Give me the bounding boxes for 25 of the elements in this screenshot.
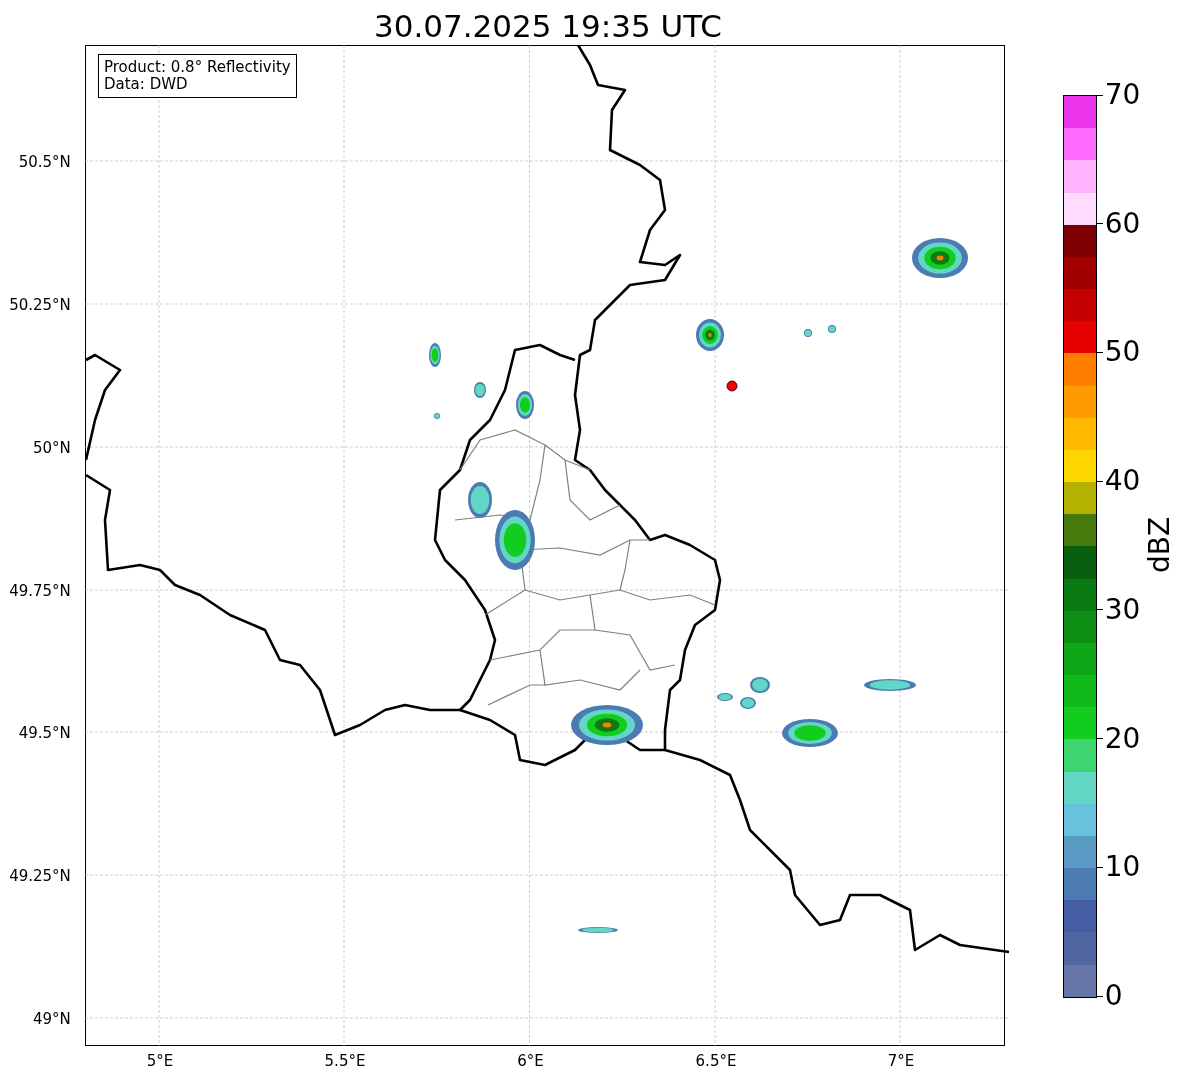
y-tick-label: 50.25°N — [9, 296, 71, 314]
x-tick-label: 5.5°E — [324, 1052, 366, 1070]
info-text: Data: DWD — [104, 76, 189, 93]
x-tick-label: 6.5°E — [695, 1052, 737, 1070]
colorbar-tick-label: 10 — [1104, 851, 1141, 884]
colorbar-label: dBZ — [1142, 516, 1176, 574]
y-tick-label: 50°N — [33, 439, 71, 457]
y-tick-label: 50.5°N — [18, 153, 71, 171]
x-tick-label: 7°E — [887, 1052, 915, 1070]
colorbar-tick-label: 0 — [1104, 980, 1123, 1012]
colorbar-tick-label: 60 — [1104, 207, 1141, 240]
radar-site-marker — [726, 380, 738, 392]
colorbar-tick-label: 30 — [1104, 593, 1141, 626]
x-tick-label: 6°E — [517, 1052, 544, 1070]
chart-title: 30.07.2025 19:35 UTC — [373, 7, 723, 45]
colorbar-tick-label: 40 — [1104, 465, 1141, 498]
y-tick-label: 49.75°N — [9, 582, 71, 600]
colorbar-tick-label: 70 — [1104, 79, 1141, 111]
colorbar-tick-label: 20 — [1104, 722, 1141, 755]
x-tick-label: 5°E — [146, 1052, 174, 1070]
info-text: Product: 0.8° Reflectivity — [104, 59, 291, 76]
y-tick-label: 49.25°N — [9, 867, 71, 885]
y-tick-label: 49°N — [33, 1010, 71, 1028]
y-tick-label: 49.5°N — [18, 724, 71, 742]
colorbar-tick-label: 50 — [1104, 336, 1141, 369]
